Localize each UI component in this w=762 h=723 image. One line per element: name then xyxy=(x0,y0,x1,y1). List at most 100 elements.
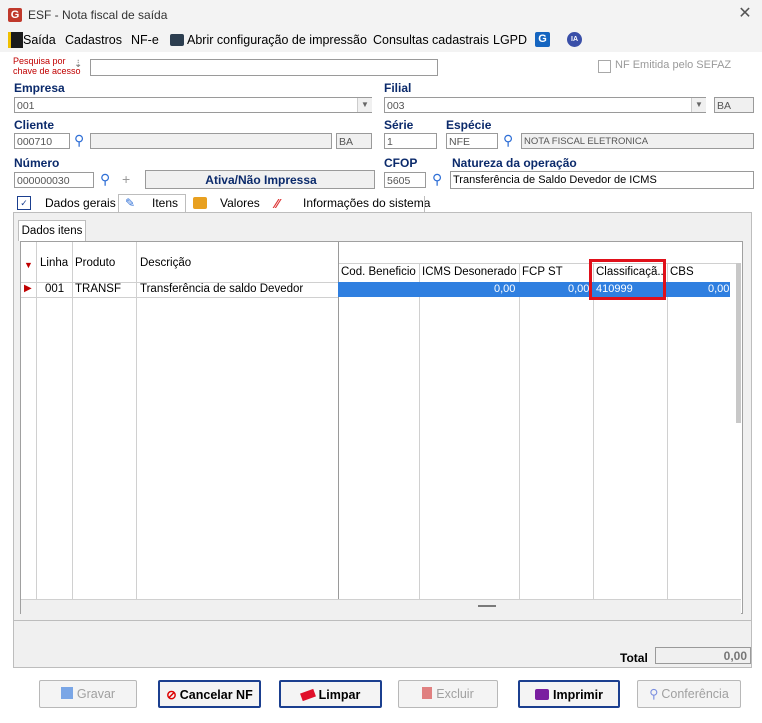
tab-itens[interactable]: Itens xyxy=(152,194,178,213)
gravar-label: Gravar xyxy=(76,687,116,701)
imprimir-button[interactable]: Imprimir xyxy=(518,680,620,708)
serie-input[interactable]: 1 xyxy=(384,133,437,149)
col-header-descricao[interactable]: Descrição xyxy=(140,257,191,269)
menu-cadastros[interactable]: Cadastros xyxy=(65,33,122,47)
chevron-down-icon[interactable]: ▼ xyxy=(357,98,372,112)
conferencia-label: Conferência xyxy=(661,687,729,701)
vertical-scrollbar[interactable] xyxy=(736,263,741,423)
search-icon[interactable]: ⚲ xyxy=(503,133,513,147)
cell-cbs: 0,00 xyxy=(708,283,730,295)
pin-icon: ⇣ xyxy=(74,59,83,70)
excluir-button[interactable]: Excluir xyxy=(398,680,498,708)
row-pointer-icon: ▶ xyxy=(24,283,32,294)
menu-abrir-impressao[interactable]: Abrir configuração de impressão xyxy=(187,33,367,47)
cancelar-nf-button[interactable]: ⊘ Cancelar NF xyxy=(158,680,261,708)
chevron-down-icon[interactable]: ▼ xyxy=(691,98,706,112)
tab-divider xyxy=(424,196,425,212)
nf-emitida-checkbox[interactable] xyxy=(598,60,611,73)
nf-emitida-label: NF Emitida pelo SEFAZ xyxy=(615,59,732,71)
numero-label: Número xyxy=(14,156,60,170)
serie-label: Série xyxy=(384,118,414,132)
filial-uf-field: BA xyxy=(714,97,754,113)
filial-label: Filial xyxy=(384,81,412,95)
menu-saida[interactable]: Saída xyxy=(23,33,56,47)
cfop-label: CFOP xyxy=(384,156,418,170)
selected-row-highlight[interactable] xyxy=(338,282,730,297)
cell-fcp-st: 0,00 xyxy=(568,283,590,295)
especie-label: Espécie xyxy=(446,118,492,132)
grid-col-line xyxy=(519,263,520,599)
ia-icon[interactable]: IA xyxy=(567,32,582,47)
empresa-select[interactable]: 001 xyxy=(14,97,372,113)
grid-right-group-header xyxy=(338,242,738,264)
cliente-uf-field: BA xyxy=(336,133,372,149)
col-header-cod-beneficio[interactable]: Cod. Beneficio xyxy=(341,266,416,278)
cancelar-label: Cancelar NF xyxy=(179,688,253,702)
search-icon: ⚲ xyxy=(649,687,659,701)
cliente-name-field xyxy=(90,133,332,149)
col-header-cbs[interactable]: CBS xyxy=(670,266,694,278)
grid-col-line xyxy=(419,263,420,599)
especie-description-field: NOTA FISCAL ELETRONICA xyxy=(521,133,754,149)
eraser-icon xyxy=(299,688,316,702)
close-icon[interactable]: ✕ xyxy=(735,4,755,24)
divider xyxy=(13,620,752,621)
search-label-line1: Pesquisa por xyxy=(13,56,66,66)
save-icon xyxy=(60,687,73,699)
menu-lgpd[interactable]: LGPD xyxy=(493,33,527,47)
limpar-label: Limpar xyxy=(318,688,361,702)
annotation-highlight-box xyxy=(589,259,666,300)
tab-valores[interactable]: Valores xyxy=(220,194,260,213)
cliente-label: Cliente xyxy=(14,118,55,132)
excluir-label: Excluir xyxy=(436,687,474,701)
col-header-linha[interactable]: Linha xyxy=(40,257,68,269)
system-info-icon: ⁄⁄ xyxy=(275,196,280,211)
menu-consultas[interactable]: Consultas cadastrais xyxy=(373,33,489,47)
filial-select[interactable]: 003 xyxy=(384,97,706,113)
total-label: Total xyxy=(620,651,648,665)
cancel-icon: ⊘ xyxy=(166,688,177,702)
money-icon xyxy=(193,197,207,209)
trash-icon xyxy=(422,687,433,699)
limpar-button[interactable]: Limpar xyxy=(279,680,382,708)
natureza-label: Natureza da operação xyxy=(452,156,577,170)
conferencia-button[interactable]: ⚲ Conferência xyxy=(637,680,741,708)
natureza-input[interactable]: Transferência de Saldo Devedor de ICMS xyxy=(450,171,754,189)
edit-icon: ✎ xyxy=(125,196,136,210)
grid-col-line xyxy=(667,263,668,599)
cfop-input[interactable]: 5605 xyxy=(384,172,426,188)
especie-code-input[interactable]: NFE xyxy=(446,133,498,149)
menu-nfe[interactable]: NF-e xyxy=(131,33,159,47)
cell-produto: TRANSF xyxy=(75,283,121,295)
plus-icon[interactable]: + xyxy=(122,171,130,187)
window-title: ESF - Nota fiscal de saída xyxy=(28,8,168,22)
search-icon[interactable]: ⚲ xyxy=(74,133,84,147)
tab-dados-itens[interactable]: Dados itens xyxy=(18,220,86,241)
cliente-code-input[interactable]: 000710 xyxy=(14,133,70,149)
sort-indicator-icon: ▼ xyxy=(24,260,33,270)
app-logo-icon: G xyxy=(8,8,22,22)
tab-dados-gerais[interactable]: Dados gerais xyxy=(45,194,116,213)
numero-input[interactable]: 000000030 xyxy=(14,172,94,188)
gravar-button[interactable]: Gravar xyxy=(39,680,137,708)
cell-icms-desonerado: 0,00 xyxy=(494,283,516,295)
checkbox-icon: ✓ xyxy=(17,196,31,210)
search-icon[interactable]: ⚲ xyxy=(100,172,110,186)
col-header-fcp-st[interactable]: FCP ST xyxy=(522,266,563,278)
printer-icon xyxy=(170,34,184,46)
access-key-search-input[interactable] xyxy=(90,59,438,76)
exit-door-icon xyxy=(8,32,23,48)
scroll-grip-icon[interactable] xyxy=(478,605,496,607)
grid-col-line xyxy=(593,263,594,599)
search-icon[interactable]: ⚲ xyxy=(432,172,442,186)
col-header-icms-desonerado[interactable]: ICMS Desonerado xyxy=(422,266,517,278)
col-header-produto[interactable]: Produto xyxy=(75,257,115,269)
g-app-icon[interactable]: G xyxy=(535,32,550,47)
horizontal-scrollbar[interactable] xyxy=(21,599,741,614)
cell-descricao: Transferência de saldo Devedor xyxy=(140,283,304,295)
imprimir-label: Imprimir xyxy=(552,688,603,702)
status-field: Ativa/Não Impressa xyxy=(145,170,375,189)
total-value-field: 0,00 xyxy=(655,647,751,664)
tab-informacoes-sistema[interactable]: Informações do sistema xyxy=(303,194,430,213)
empresa-label: Empresa xyxy=(14,81,65,95)
